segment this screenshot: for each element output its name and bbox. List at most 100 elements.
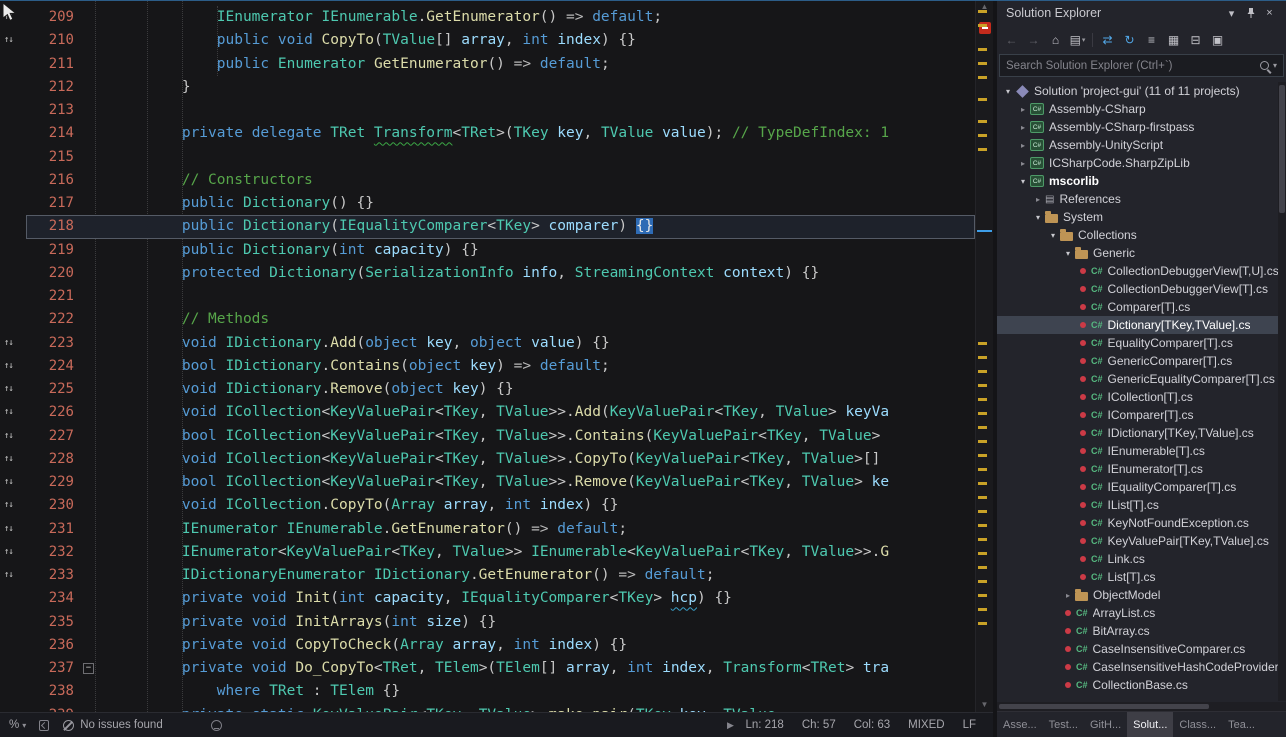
override-indicator-icon[interactable]: ↑↓ — [0, 355, 26, 378]
explorer-horizontal-scrollbar[interactable] — [997, 702, 1286, 711]
collapsed-arrow-icon[interactable]: ▸ — [1031, 195, 1045, 204]
h-scrollbar-right-arrow-icon[interactable]: ▶ — [727, 713, 734, 737]
code-line-212[interactable]: 212 } — [0, 76, 975, 99]
tree-item[interactable]: C#IList[T].cs — [997, 496, 1286, 514]
collapse-all-button[interactable]: ⊟ — [1185, 29, 1206, 50]
collapsed-arrow-icon[interactable]: ▸ — [1016, 123, 1030, 132]
pencil-edit-icon[interactable] — [39, 720, 49, 731]
back-button[interactable]: ← — [1001, 29, 1022, 50]
override-indicator-icon[interactable]: ↑↓ — [0, 518, 26, 541]
properties-button[interactable]: ▣ — [1207, 29, 1228, 50]
tree-item[interactable]: ▸C#ICSharpCode.SharpZipLib — [997, 154, 1286, 172]
code-line-215[interactable]: 215 — [0, 146, 975, 169]
code-line-237[interactable]: 237− private void Do_CopyTo<TRet, TElem>… — [0, 657, 975, 680]
code-line-227[interactable]: ↑↓227 bool ICollection<KeyValuePair<TKey… — [0, 425, 975, 448]
explorer-vertical-scrollbar[interactable] — [1278, 82, 1286, 701]
editor-vertical-scrollbar[interactable]: ▲ ▼ — [975, 0, 993, 712]
collapsed-arrow-icon[interactable]: ▸ — [1016, 105, 1030, 114]
code-line-225[interactable]: ↑↓225 void IDictionary.Remove(object key… — [0, 378, 975, 401]
search-input[interactable] — [1000, 60, 1258, 72]
code-line-235[interactable]: 235 private void InitArrays(int size) {} — [0, 611, 975, 634]
tree-item[interactable]: C#IEnumerator[T].cs — [997, 460, 1286, 478]
code-line-221[interactable]: 221 — [0, 285, 975, 308]
tree-item[interactable]: C#EqualityComparer[T].cs — [997, 334, 1286, 352]
tree-item[interactable]: C#Comparer[T].cs — [997, 298, 1286, 316]
tool-window-tab-tea[interactable]: Tea... — [1222, 712, 1261, 737]
tree-item[interactable]: ▸ObjectModel — [997, 586, 1286, 604]
refresh-button[interactable]: ↻ — [1119, 29, 1140, 50]
code-line-222[interactable]: 222 // Methods — [0, 308, 975, 331]
code-line-230[interactable]: ↑↓230 void ICollection.CopyTo(Array arra… — [0, 494, 975, 517]
override-indicator-icon[interactable]: ↑↓ — [0, 425, 26, 448]
line-indicator[interactable]: Ln: 218 — [736, 719, 792, 731]
tool-window-tab-class[interactable]: Class... — [1173, 712, 1222, 737]
tree-item[interactable]: ▸▤References — [997, 190, 1286, 208]
tree-item[interactable]: C#GenericComparer[T].cs — [997, 352, 1286, 370]
tree-item[interactable]: ▸C#Assembly-UnityScript — [997, 136, 1286, 154]
expanded-arrow-icon[interactable]: ▾ — [1061, 249, 1075, 258]
code-area[interactable]: ↑↓209 IEnumerator IEnumerable.GetEnumera… — [0, 0, 975, 712]
collapsed-arrow-icon[interactable]: ▸ — [1061, 591, 1075, 600]
tree-item[interactable]: C#CaseInsensitiveHashCodeProvider.cs — [997, 658, 1286, 676]
tree-item[interactable]: C#CollectionDebuggerView[T,U].cs — [997, 262, 1286, 280]
zoom-control[interactable]: % ▾ — [0, 719, 33, 731]
code-line-216[interactable]: 216 // Constructors — [0, 169, 975, 192]
character-indicator[interactable]: Ch: 57 — [793, 719, 845, 731]
sync-with-active-document-button[interactable]: ⇄ — [1097, 29, 1118, 50]
code-line-209[interactable]: ↑↓209 IEnumerator IEnumerable.GetEnumera… — [0, 6, 975, 29]
override-indicator-icon[interactable]: ↑↓ — [0, 401, 26, 424]
code-line-214[interactable]: 214 private delegate TRet Transform<TRet… — [0, 122, 975, 145]
tree-item[interactable]: C#Dictionary[TKey,TValue].cs — [997, 316, 1286, 334]
tree-item[interactable]: C#ArrayList.cs — [997, 604, 1286, 622]
code-line-210[interactable]: ↑↓210 public void CopyTo(TValue[] array,… — [0, 29, 975, 52]
eol-indicator[interactable]: LF — [954, 719, 985, 731]
expanded-arrow-icon[interactable]: ▾ — [1016, 177, 1030, 186]
code-line-229[interactable]: ↑↓229 bool ICollection<KeyValuePair<TKey… — [0, 471, 975, 494]
search-box[interactable]: ▾ — [999, 54, 1284, 77]
override-indicator-icon[interactable]: ↑↓ — [0, 471, 26, 494]
code-line-220[interactable]: 220 protected Dictionary(SerializationIn… — [0, 262, 975, 285]
window-position-icon[interactable]: ▾ — [1222, 4, 1241, 22]
expanded-arrow-icon[interactable]: ▾ — [1031, 213, 1045, 222]
collapsed-arrow-icon[interactable]: ▸ — [1016, 141, 1030, 150]
tree-item[interactable]: C#IDictionary[TKey,TValue].cs — [997, 424, 1286, 442]
override-indicator-icon[interactable]: ↑↓ — [0, 332, 26, 355]
tree-item[interactable]: C#GenericEqualityComparer[T].cs — [997, 370, 1286, 388]
tree-item[interactable]: ▾Collections — [997, 226, 1286, 244]
override-indicator-icon[interactable]: ↑↓ — [0, 378, 26, 401]
scrollbar-thumb[interactable] — [1279, 85, 1285, 213]
override-indicator-icon[interactable]: ↑↓ — [0, 541, 26, 564]
tree-item[interactable]: ▾C#mscorlib — [997, 172, 1286, 190]
collapsed-arrow-icon[interactable]: ▸ — [1016, 159, 1030, 168]
column-indicator[interactable]: Col: 63 — [845, 719, 899, 731]
feedback-icon[interactable] — [211, 720, 222, 731]
tree-item[interactable]: ▸C#Assembly-CSharp — [997, 100, 1286, 118]
close-icon[interactable]: × — [1260, 4, 1279, 22]
code-line-224[interactable]: ↑↓224 bool IDictionary.Contains(object k… — [0, 355, 975, 378]
code-line-233[interactable]: ↑↓233 IDictionaryEnumerator IDictionary.… — [0, 564, 975, 587]
expanded-arrow-icon[interactable]: ▾ — [1046, 231, 1060, 240]
solution-explorer-header[interactable]: Solution Explorer ▾ × — [997, 0, 1286, 26]
code-line-234[interactable]: 234 private void Init(int capacity, IEqu… — [0, 587, 975, 610]
code-line-218[interactable]: 218 public Dictionary(IEqualityComparer<… — [0, 215, 975, 238]
tree-item[interactable]: C#KeyValuePair[TKey,TValue].cs — [997, 532, 1286, 550]
code-line-228[interactable]: ↑↓228 void ICollection<KeyValuePair<TKey… — [0, 448, 975, 471]
code-line-232[interactable]: ↑↓232 IEnumerator<KeyValuePair<TKey, TVa… — [0, 541, 975, 564]
show-all-files-button[interactable]: ▦ — [1163, 29, 1184, 50]
forward-button[interactable]: → — [1023, 29, 1044, 50]
code-line-213[interactable]: 213 — [0, 99, 975, 122]
scrollbar-down-arrow-icon[interactable]: ▼ — [976, 700, 993, 710]
code-line-223[interactable]: ↑↓223 void IDictionary.Add(object key, o… — [0, 332, 975, 355]
override-indicator-icon[interactable]: ↑↓ — [0, 494, 26, 517]
code-line-239[interactable]: 239 private static KeyValuePair<TKey, TV… — [0, 704, 975, 713]
tree-item[interactable]: ▾System — [997, 208, 1286, 226]
tree-item[interactable]: ▾Generic — [997, 244, 1286, 262]
tree-item[interactable]: ▸C#Assembly-CSharp-firstpass — [997, 118, 1286, 136]
scrollbar-thumb[interactable] — [999, 704, 1209, 709]
tree-item[interactable]: C#IEnumerable[T].cs — [997, 442, 1286, 460]
tree-item[interactable]: C#CollectionDebuggerView[T].cs — [997, 280, 1286, 298]
nest-objects-button[interactable]: ≡ — [1141, 29, 1162, 50]
code-line-211[interactable]: 211 public Enumerator GetEnumerator() =>… — [0, 53, 975, 76]
code-line-217[interactable]: 217 public Dictionary() {} — [0, 192, 975, 215]
tool-window-tab-gith[interactable]: GitH... — [1084, 712, 1127, 737]
